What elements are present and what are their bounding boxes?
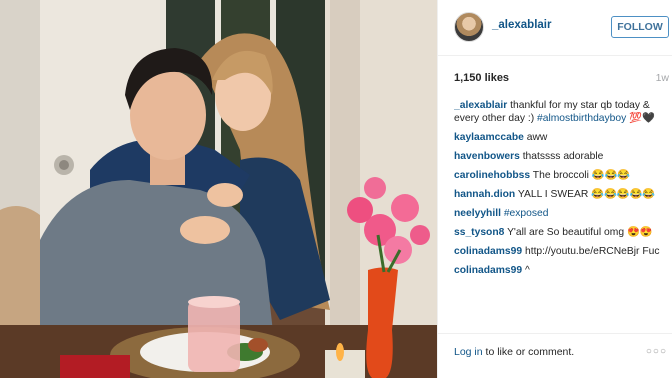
comment-text: http://youtu.be/eRCNeBjr Fuc (524, 246, 660, 257)
comment-text: Y'all are So beautiful omg 😍😍 (507, 227, 653, 238)
likes-count[interactable]: 1,150 likes (454, 72, 509, 84)
comment-text: YALL I SWEAR 😂😂😂😂😂 (517, 189, 656, 200)
caption-comment: _alexablair thankful for my star qb toda… (454, 99, 667, 125)
post-header: _alexablair FOLLOW (438, 0, 672, 56)
login-prompt: Log in to like or comment. (454, 346, 574, 358)
username-link[interactable]: _alexablair (492, 19, 551, 31)
comment: havenbowers thatssss adorable (454, 150, 667, 163)
comment: ss_tyson8 Y'all are So beautiful omg 😍😍 (454, 226, 667, 239)
avatar[interactable] (454, 12, 484, 42)
comment-text: The broccoli 😂😂😂 (532, 170, 631, 181)
comment: neelyyhill #exposed (454, 207, 667, 220)
more-options-icon[interactable]: ○○○ (646, 346, 667, 357)
comment-text-extra: 💯🖤 (626, 113, 655, 124)
post-age[interactable]: 1w (656, 72, 669, 84)
post-photo[interactable] (0, 0, 437, 378)
login-prompt-text: to like or comment. (482, 346, 575, 358)
likes-row: 1,150 likes 1w (454, 72, 669, 84)
comment: kaylaamccabe aww (454, 131, 667, 144)
comment: colinadams99 ^ (454, 264, 667, 277)
login-link[interactable]: Log in (454, 346, 483, 358)
comment-username[interactable]: havenbowers (454, 151, 520, 162)
comment-text: ^ (524, 265, 530, 276)
comment-text: aww (526, 132, 548, 143)
post-footer: Log in to like or comment. ○○○ (438, 333, 672, 378)
comment-username[interactable]: colinadams99 (454, 265, 522, 276)
comment-username[interactable]: hannah.dion (454, 189, 515, 200)
comment-username[interactable]: kaylaamccabe (454, 132, 524, 143)
hashtag-link[interactable]: #almostbirthdayboy (537, 113, 626, 124)
hashtag-link[interactable]: #exposed (504, 208, 549, 219)
comment-username[interactable]: colinadams99 (454, 246, 522, 257)
follow-button[interactable]: FOLLOW (611, 16, 669, 38)
comment-username[interactable]: carolinehobbss (454, 170, 530, 181)
comment: colinadams99 http://youtu.be/eRCNeBjr Fu… (454, 245, 667, 258)
comment-username[interactable]: ss_tyson8 (454, 227, 504, 238)
comments-list[interactable]: _alexablair thankful for my star qb toda… (454, 99, 667, 329)
comment: hannah.dion YALL I SWEAR 😂😂😂😂😂 (454, 188, 667, 201)
post-sidebar: _alexablair FOLLOW 1,150 likes 1w _alexa… (437, 0, 672, 378)
comment-username[interactable]: neelyyhill (454, 208, 501, 219)
instagram-post: _alexablair FOLLOW 1,150 likes 1w _alexa… (0, 0, 672, 378)
comment: carolinehobbss The broccoli 😂😂😂 (454, 169, 667, 182)
comment-username[interactable]: _alexablair (454, 100, 507, 111)
comment-text: thatssss adorable (522, 151, 604, 162)
